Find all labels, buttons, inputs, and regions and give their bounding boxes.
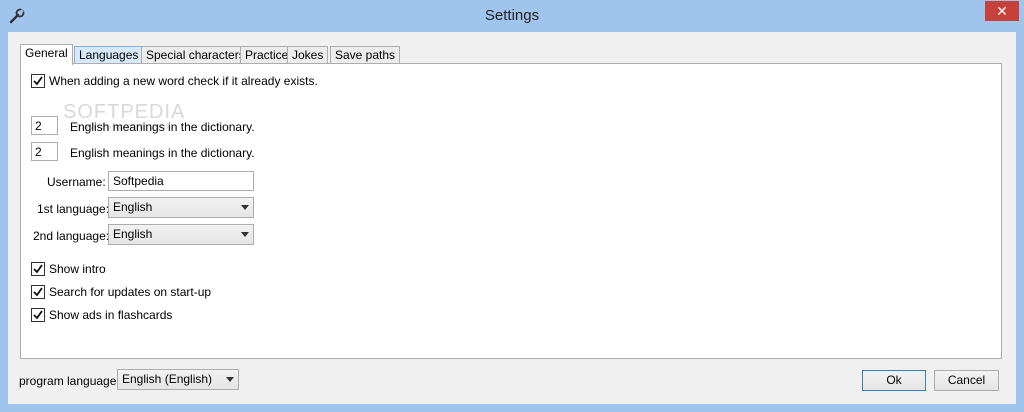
tab-jokes[interactable]: Jokes [287,46,329,64]
search-updates-checkbox[interactable] [31,285,45,299]
second-language-select[interactable]: English [108,224,254,245]
show-intro-checkbox[interactable] [31,262,45,276]
general-panel: SOFTPEDIA www.softpedia.com When adding a… [20,63,1002,359]
tab-languages[interactable]: Languages [74,46,144,64]
username-input[interactable]: Softpedia [108,171,254,191]
meanings-1-label: English meanings in the dictionary. [70,120,255,134]
close-button[interactable]: ✕ [985,1,1019,21]
chevron-down-icon [241,205,249,210]
window-title: Settings [484,7,540,24]
program-language-label: program language: [19,374,120,388]
settings-window: Settings ✕ General Languages Special cha… [0,0,1024,412]
program-language-select[interactable]: English (English) [117,369,239,390]
second-language-label: 2nd language: [33,229,110,243]
show-ads-checkbox[interactable] [31,308,45,322]
tab-general[interactable]: General [20,44,73,65]
cancel-button[interactable]: Cancel [934,370,999,391]
first-language-select[interactable]: English [108,197,254,218]
username-label: Username: [47,175,106,189]
second-language-value: English [113,227,153,241]
first-language-label: 1st language: [37,202,110,216]
meanings-2-label: English meanings in the dictionary. [70,146,255,160]
check-existing-label: When adding a new word check if it alrea… [49,74,318,88]
tab-practice[interactable]: Practice [240,46,294,64]
title-bar[interactable]: Settings ✕ [0,0,1024,32]
ok-button[interactable]: Ok [862,370,926,391]
dialog-body: General Languages Special characters Pra… [8,32,1016,404]
meanings-1-input[interactable]: 2 [31,116,58,135]
search-updates-label: Search for updates on start-up [49,285,212,299]
chevron-down-icon [241,232,249,237]
show-intro-label: Show intro [49,262,106,276]
tab-save-paths[interactable]: Save paths [330,46,401,64]
show-ads-label: Show ads in flashcards [49,308,173,322]
tab-special-characters[interactable]: Special characters [141,46,250,64]
check-existing-checkbox[interactable] [31,74,45,88]
first-language-value: English [113,200,153,214]
close-icon: ✕ [996,3,1008,19]
meanings-2-input[interactable]: 2 [31,142,58,161]
chevron-down-icon [226,377,234,382]
program-language-value: English (English) [122,372,213,386]
